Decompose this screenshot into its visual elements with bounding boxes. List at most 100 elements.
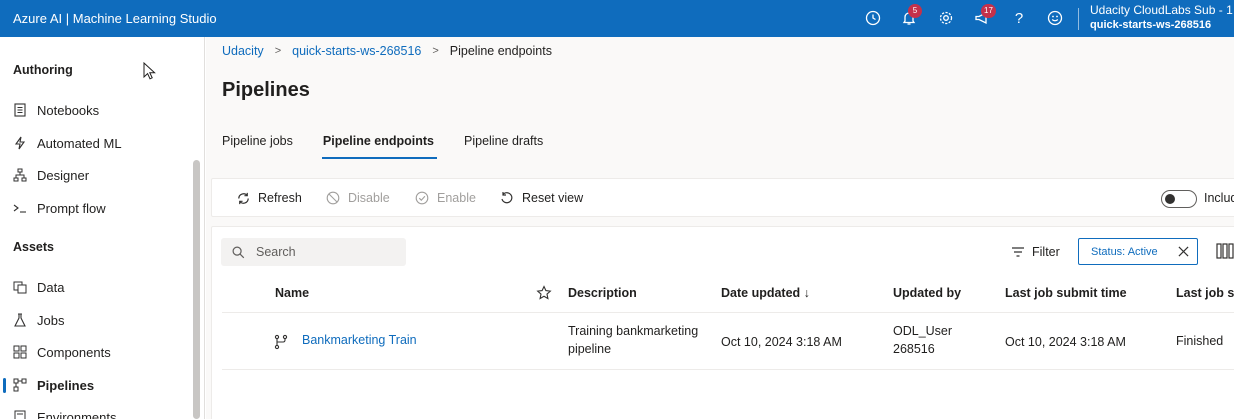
include-toggle-label: Include [1204,191,1234,205]
page-title: Pipelines [222,79,310,101]
settings-gear-icon[interactable] [936,8,956,28]
feedback-badge: 17 [981,4,996,18]
notebook-icon [12,102,28,118]
pipelines-icon [12,377,28,393]
notifications-badge: 5 [908,4,922,18]
disable-button[interactable]: Disable [325,190,390,206]
sidebar-item-label: Notebooks [37,102,100,118]
sidebar-item-notebooks[interactable]: Notebooks [0,95,190,125]
close-icon[interactable] [1176,244,1191,259]
assets-heading: Assets [13,240,54,254]
chevron-right-icon: > [432,45,439,57]
column-header-date-updated[interactable]: Date updated ↓ [721,286,810,300]
column-header-description[interactable]: Description [568,286,637,300]
data-icon [12,279,28,295]
sidebar-item-automated-ml[interactable]: Automated ML [0,128,190,158]
components-icon [12,344,28,360]
sidebar-item-designer[interactable]: Designer [0,160,190,190]
description-line: pipeline [568,342,612,356]
mouse-cursor-icon [143,62,156,80]
command-bar: Refresh Disable Enable Reset view Includ… [211,178,1234,217]
refresh-button[interactable]: Refresh [235,190,302,206]
notifications-icon[interactable]: 5 [899,4,922,28]
refresh-label: Refresh [258,191,302,205]
favorite-star-icon[interactable] [536,285,552,301]
sidebar-item-jobs[interactable]: Jobs [0,305,190,335]
sidebar-item-label: Environments [37,409,117,419]
sidebar-item-label: Automated ML [37,135,122,151]
include-toggle[interactable] [1161,190,1197,208]
reset-icon [499,190,515,206]
reset-view-button[interactable]: Reset view [499,190,583,206]
app-title[interactable]: Azure AI | Machine Learning Studio [13,11,217,26]
feedback-megaphone-icon[interactable]: 17 [972,4,996,28]
column-header-last-status[interactable]: Last job status [1176,286,1234,300]
row-description: Training bankmarketing pipeline [568,322,698,358]
updated-by-line: 268516 [893,342,935,356]
checkmark-circle-icon [414,190,430,206]
authoring-heading: Authoring [13,63,73,77]
row-date-updated: Oct 10, 2024 3:18 AM [721,335,842,349]
row-last-submit: Oct 10, 2024 3:18 AM [1005,335,1126,349]
prompt-flow-icon [12,200,28,216]
filter-label: Filter [1032,245,1060,259]
sidebar-item-environments[interactable]: Environments [0,402,190,419]
sidebar-item-label: Designer [37,167,90,183]
filter-icon [1010,244,1026,260]
sidebar-item-components[interactable]: Components [0,337,190,367]
breadcrumb-udacity[interactable]: Udacity [222,44,264,58]
sidebar-item-label: Prompt flow [37,200,106,216]
updated-by-line: ODL_User [893,324,953,338]
automl-icon [12,135,28,151]
sidebar-item-label: Data [37,279,65,295]
smiley-feedback-icon[interactable] [1045,8,1065,28]
search-icon [231,245,245,259]
block-icon [325,190,341,206]
designer-icon [12,167,28,183]
status-filter-label: Status: Active [1091,245,1158,258]
endpoints-list-panel: Filter Status: Active Name Description D… [211,226,1234,419]
sidebar-item-prompt-flow[interactable]: Prompt flow [0,193,190,223]
sidebar-item-label: Pipelines [37,377,95,393]
toggle-knob [1165,194,1175,204]
topbar-divider [1078,8,1079,30]
breadcrumb: Udacity > quick-starts-ws-268516 > Pipel… [222,44,552,58]
enable-label: Enable [437,191,476,205]
account-switcher[interactable]: Udacity CloudLabs Sub - 1 quick-starts-w… [1090,3,1233,33]
table-row[interactable]: Bankmarketing Train Training bankmarketi… [222,313,1234,370]
history-icon[interactable] [863,8,883,28]
enable-button[interactable]: Enable [414,190,476,206]
column-header-last-submit[interactable]: Last job submit time [1005,286,1127,300]
account-tenant: Udacity CloudLabs Sub - 1 [1090,3,1233,17]
tab-pipeline-jobs[interactable]: Pipeline jobs [222,134,293,160]
search-input[interactable] [256,245,396,259]
environments-icon [12,409,28,419]
main-content: Udacity > quick-starts-ws-268516 > Pipel… [206,37,1234,419]
clipped-nav-item [20,37,115,39]
breadcrumb-workspace[interactable]: quick-starts-ws-268516 [292,44,421,58]
top-bar: Azure AI | Machine Learning Studio 5 17 … [0,0,1234,37]
sidebar-item-label: Jobs [37,312,65,328]
search-box[interactable] [221,238,406,266]
jobs-icon [12,312,28,328]
tab-pipeline-endpoints[interactable]: Pipeline endpoints [321,134,438,160]
sidebar: Authoring Notebooks Automated ML Designe… [0,37,205,419]
pipeline-name-link[interactable]: Bankmarketing Train [302,331,417,349]
refresh-icon [235,190,251,206]
column-options-icon[interactable] [1216,243,1234,259]
table-header: Name Description Date updated ↓ Updated … [222,275,1234,313]
column-header-updated-by[interactable]: Updated by [893,286,961,300]
pipeline-tabs: Pipeline jobs Pipeline endpoints Pipelin… [222,134,573,160]
sidebar-scrollbar[interactable] [193,160,200,419]
status-filter-chip[interactable]: Status: Active [1078,238,1198,265]
filter-button[interactable]: Filter [1010,244,1060,260]
reset-view-label: Reset view [522,191,584,205]
help-icon[interactable]: ? [1009,8,1029,28]
sidebar-item-pipelines[interactable]: Pipelines [0,370,190,400]
disable-label: Disable [348,191,390,205]
account-workspace: quick-starts-ws-268516 [1090,19,1212,31]
column-header-name[interactable]: Name [275,286,309,300]
sidebar-item-data[interactable]: Data [0,272,190,302]
tab-pipeline-drafts[interactable]: Pipeline drafts [464,134,543,160]
row-last-status: Finished [1176,334,1224,348]
